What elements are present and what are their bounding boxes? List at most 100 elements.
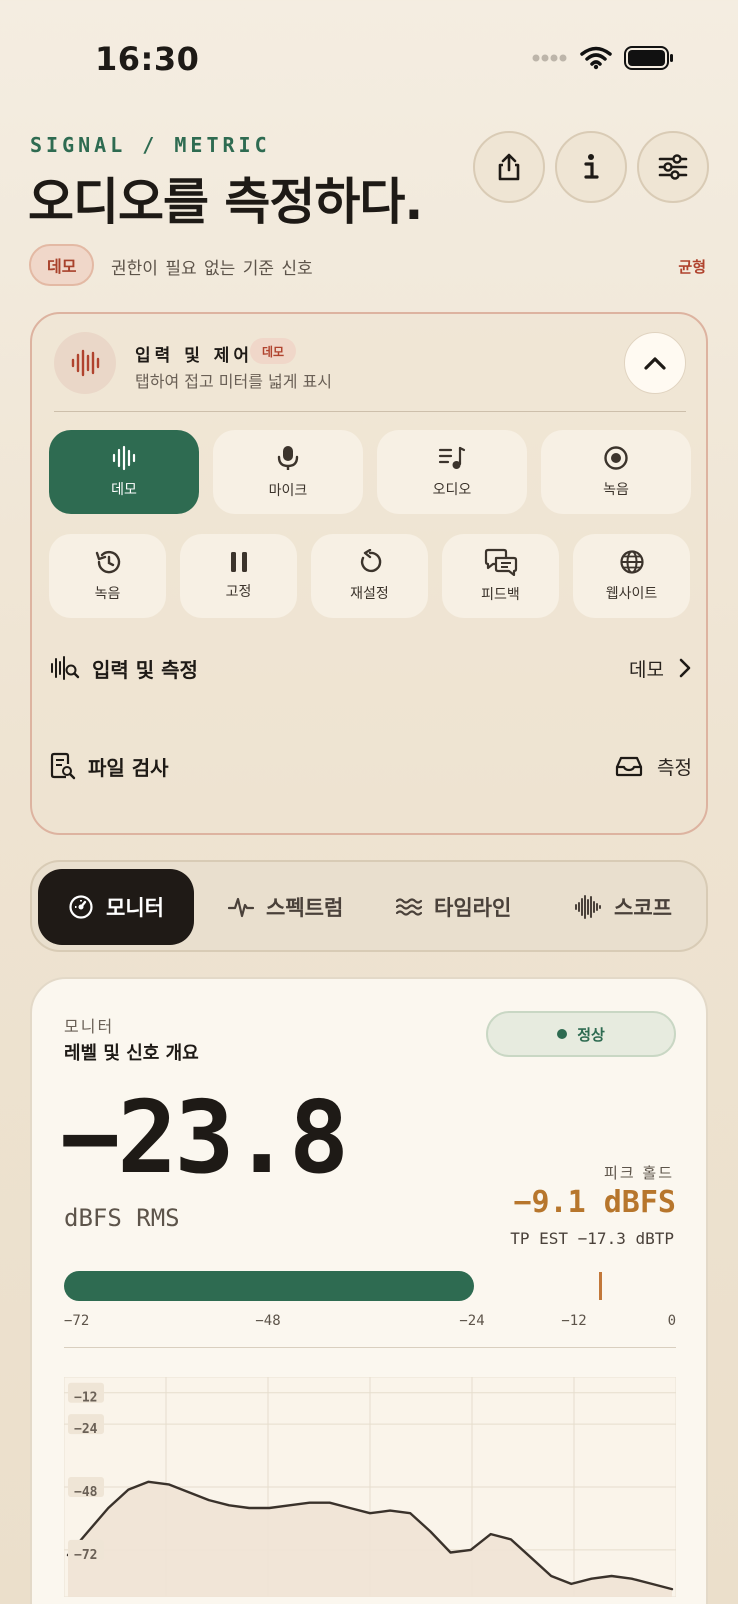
monitor-title: 레벨 및 신호 개요	[64, 1043, 199, 1064]
chevron-up-icon	[644, 357, 666, 370]
status-time: 16:30	[95, 40, 200, 78]
tab-label: 스코프	[614, 896, 672, 920]
page-title: 오디오를 측정하다.	[28, 173, 423, 231]
header-caption: 권한이 필요 없는 기준 신호	[111, 259, 313, 279]
freeze-button[interactable]: 고정	[180, 534, 297, 618]
waveform-icon	[71, 349, 100, 377]
measure-file-text: 측정	[657, 756, 692, 779]
rms-value: −23.8	[60, 1079, 349, 1196]
chart-y-tick-label: −24	[74, 1422, 98, 1437]
meter-scale: −72 −48 −24 −12 0	[64, 1313, 676, 1333]
feedback-button[interactable]: 피드백	[442, 534, 559, 618]
action-label: 고정	[225, 584, 252, 600]
sliders-icon	[658, 154, 688, 180]
source-label: 데모	[111, 482, 137, 498]
scale-label: −72	[64, 1313, 90, 1329]
source-label: 오디오	[432, 482, 472, 498]
input-source-value[interactable]: 데모	[629, 655, 692, 682]
website-button[interactable]: 웹사이트	[573, 534, 690, 618]
battery-icon	[624, 46, 673, 70]
status-badge: 정상	[486, 1011, 676, 1057]
waveform-icon	[112, 445, 136, 471]
tab-label: 타임라인	[434, 896, 512, 920]
cellular-signal-icon	[532, 54, 567, 62]
tab-timeline[interactable]: 타임라인	[396, 869, 511, 945]
scale-label: −24	[459, 1313, 485, 1329]
pause-icon	[230, 552, 247, 572]
record-icon	[604, 446, 628, 470]
monitor-card: 모니터 레벨 및 신호 개요 정상 −23.8 dBFS RMS 피크 홀드 −…	[30, 977, 708, 1604]
scope-wave-icon	[575, 895, 601, 919]
feedback-icon	[484, 548, 517, 576]
peak-hold-label: 피크 홀드	[604, 1164, 674, 1182]
card-divider	[54, 411, 686, 412]
scale-label: 0	[667, 1313, 676, 1329]
input-control-card: 입력 및 제어 데모 탭하여 접고 미터를 넓게 표시 데모 마이크 오디오 녹…	[30, 312, 708, 835]
status-icons	[532, 46, 674, 70]
file-inspect-row[interactable]: 파일 검사 측정	[50, 746, 692, 786]
status-text: 정상	[577, 1025, 605, 1044]
view-tabs: 모니터 스펙트럼 타임라인 스코프	[30, 860, 708, 952]
tab-label: 스펙트럼	[266, 896, 344, 920]
balance-label: 균형	[678, 258, 706, 276]
action-label: 웹사이트	[605, 586, 658, 602]
share-button[interactable]	[473, 131, 545, 203]
scale-label: −48	[255, 1313, 281, 1329]
input-source-text: 데모	[629, 658, 664, 681]
source-mic-button[interactable]: 마이크	[213, 430, 363, 514]
tab-spectrum[interactable]: 스펙트럼	[228, 869, 343, 945]
tab-label: 모니터	[106, 896, 164, 920]
settings-button[interactable]	[637, 131, 709, 203]
scale-label: −12	[561, 1313, 587, 1329]
level-meter-fill	[64, 1271, 474, 1301]
reset-icon	[360, 549, 381, 573]
input-measure-label: 입력 및 측정	[92, 657, 198, 682]
microphone-icon	[277, 446, 299, 470]
reset-button[interactable]: 재설정	[311, 534, 428, 618]
source-label: 마이크	[268, 483, 308, 499]
chart-y-tick-label: −12	[74, 1391, 97, 1406]
action-label: 재설정	[350, 586, 389, 602]
history-icon	[95, 550, 120, 574]
recordings-history-button[interactable]: 녹음	[49, 534, 166, 618]
card-avatar	[54, 332, 116, 394]
eyebrow-label: SIGNAL / METRIC	[30, 133, 271, 157]
monitor-divider	[64, 1347, 676, 1348]
source-demo-button[interactable]: 데모	[49, 430, 199, 514]
tab-monitor[interactable]: 모니터	[38, 869, 194, 945]
wifi-icon	[580, 46, 612, 70]
demo-mode-pill[interactable]: 데모	[29, 244, 95, 286]
true-peak-estimate: TP EST −17.3 dBTP	[510, 1229, 674, 1248]
card-title: 입력 및 제어	[135, 346, 254, 366]
chart-y-tick-label: −48	[74, 1485, 98, 1500]
input-measure-row[interactable]: 입력 및 측정 데모	[50, 648, 692, 688]
card-subtitle: 탭하여 접고 미터를 넓게 표시	[135, 372, 332, 391]
action-label: 녹음	[94, 586, 121, 602]
peak-hold-value: −9.1 dBFS	[513, 1185, 676, 1220]
tray-icon	[615, 756, 643, 777]
info-button[interactable]	[555, 131, 627, 203]
rms-unit: dBFS RMS	[64, 1204, 180, 1232]
pulse-icon	[228, 897, 254, 918]
chart-y-tick-label: −72	[74, 1548, 97, 1563]
action-label: 피드백	[481, 587, 520, 603]
source-audio-button[interactable]: 오디오	[377, 430, 527, 514]
info-icon	[584, 154, 599, 179]
monitor-eyebrow: 모니터	[64, 1017, 115, 1036]
source-label: 녹음	[603, 482, 629, 498]
source-record-button[interactable]: 녹음	[541, 430, 691, 514]
gauge-icon	[69, 895, 93, 919]
share-icon	[498, 153, 520, 181]
card-badge: 데모	[250, 338, 297, 364]
status-dot	[557, 1029, 568, 1039]
tab-scope[interactable]: 스코프	[574, 869, 672, 945]
status-bar: 16:30	[0, 0, 738, 120]
measure-file-button[interactable]: 측정	[615, 753, 692, 780]
level-meter	[64, 1271, 676, 1301]
collapse-button[interactable]	[624, 332, 686, 394]
peak-marker	[598, 1272, 602, 1300]
music-list-icon	[438, 446, 466, 469]
chevron-right-icon	[679, 658, 691, 678]
waveform-search-icon	[51, 656, 80, 680]
file-inspect-label: 파일 검사	[88, 755, 169, 780]
